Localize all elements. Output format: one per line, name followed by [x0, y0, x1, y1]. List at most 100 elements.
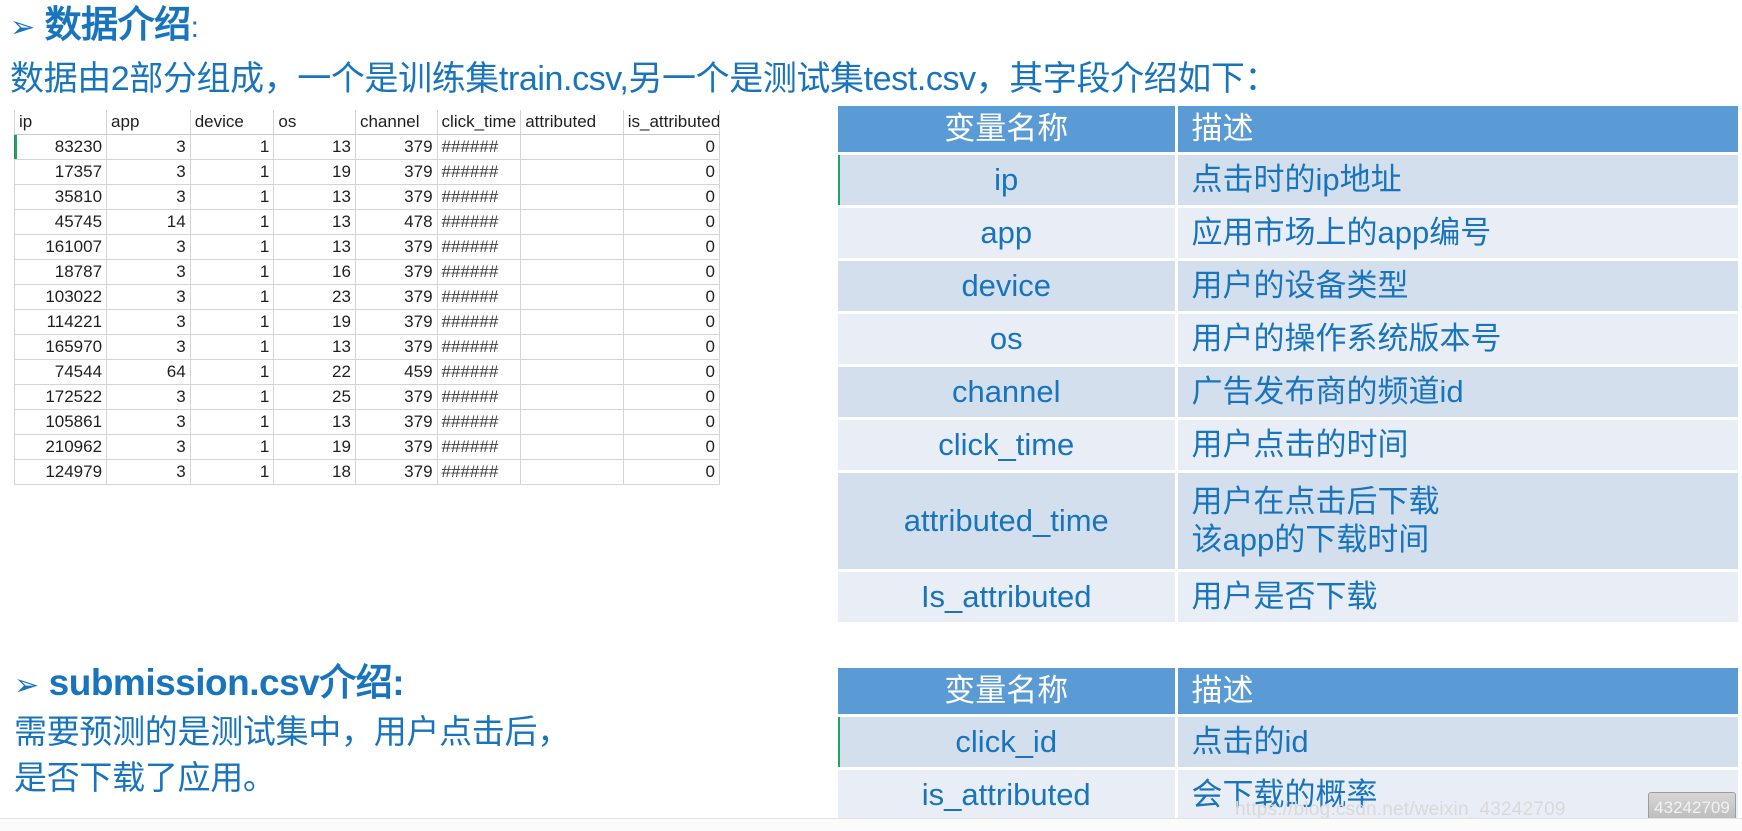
variable-name-cell: is_attributed [838, 767, 1176, 820]
sheet-cell [520, 159, 624, 185]
field-table-header-desc: 描述 [1174, 106, 1738, 154]
variable-name-cell: device [838, 258, 1176, 313]
table-row: attributed_time 用户在点击后下载 该app的下载时间 [838, 470, 1738, 571]
sheet-cell: 0 [622, 159, 721, 185]
arrow-bullet-icon: ➢ [10, 11, 35, 44]
sheet-cell: 1 [189, 434, 275, 460]
sheet-cell: ###### [436, 259, 522, 285]
data-intro-colon: : [190, 11, 199, 44]
sheet-cell [520, 184, 624, 210]
sheet-cell: 18787 [13, 259, 108, 285]
sheet-cell: 13 [273, 134, 356, 160]
sheet-cell: 3 [106, 234, 191, 260]
sheet-col-channel: channel [354, 110, 438, 135]
sheet-cell: 379 [354, 334, 438, 360]
submission-heading: ➢ submission.csv介绍: [14, 660, 724, 709]
variable-name-cell: click_time [838, 417, 1176, 472]
field-table-header-name: 变量名称 [838, 106, 1176, 154]
sheet-cell: 0 [622, 434, 721, 460]
sheet-cell: 1 [189, 334, 275, 360]
sheet-cell: 0 [622, 259, 721, 285]
sheet-cell: ###### [436, 459, 522, 485]
sheet-cell: 74544 [13, 359, 108, 385]
sheet-cell: 14 [106, 209, 191, 235]
sheet-cell [520, 259, 624, 285]
sheet-cell: 3 [106, 259, 191, 285]
sheet-cell: 103022 [13, 284, 108, 310]
sheet-cell: 17357 [13, 159, 108, 185]
sheet-cell: 379 [354, 434, 438, 460]
sheet-cell [520, 134, 624, 160]
sheet-cell: ###### [436, 409, 522, 435]
sheet-col-click-time: click_time [436, 110, 522, 135]
sheet-cell: 1 [189, 134, 275, 160]
sheet-cell: 1 [189, 234, 275, 260]
sheet-cell: 379 [354, 259, 438, 285]
sheet-cell: 23 [273, 284, 356, 310]
spreadsheet-panel: ip app device os channel click_time attr… [13, 110, 721, 485]
sheet-cell: 459 [354, 359, 438, 385]
sheet-cell: 1 [189, 359, 275, 385]
sheet-cell: 1 [189, 284, 275, 310]
sheet-cell: 22 [273, 359, 356, 385]
sheet-cell: 0 [622, 384, 721, 410]
table-row: 105861 3 1 13 379 ###### 0 [13, 409, 721, 435]
sheet-body: 83230 3 1 13 379 ###### 0 17357 3 1 19 379 ###### 0 35… [13, 134, 721, 485]
sheet-cell: 45745 [13, 209, 108, 235]
submission-table-header-name: 变量名称 [838, 668, 1176, 716]
sheet-cell: ###### [436, 359, 522, 385]
sheet-cell: 0 [622, 334, 721, 360]
table-row: 161007 3 1 13 379 ###### 0 [13, 234, 721, 260]
submission-description-table: 变量名称 描述 click_id 点击的id is_attributed 会下载的概率 [838, 668, 1738, 820]
sheet-cell [520, 309, 624, 335]
sheet-cell: 379 [354, 184, 438, 210]
sheet-cell: 3 [106, 409, 191, 435]
sheet-cell: ###### [436, 384, 522, 410]
table-row: 114221 3 1 19 379 ###### 0 [13, 309, 721, 335]
sheet-col-app: app [106, 110, 191, 135]
sheet-cell: 1 [189, 209, 275, 235]
field-description-table: 变量名称 描述 ip 点击时的ip地址 app 应用市场上的app编号 device 用户… [838, 106, 1738, 622]
sheet-cell: 161007 [13, 234, 108, 260]
sheet-cell: 379 [354, 159, 438, 185]
arrow-bullet-icon: ➢ [14, 669, 39, 702]
heading-block: ➢ 数据介绍 : 数据由2部分组成，一个是训练集train.csv,另一个是测试… [10, 2, 1730, 105]
field-table-header-row: 变量名称 描述 [838, 106, 1738, 154]
sheet-cell [520, 409, 624, 435]
sheet-cell [520, 384, 624, 410]
sheet-cell: 3 [106, 184, 191, 210]
sheet-cell: 379 [354, 459, 438, 485]
sheet-cell: 83230 [13, 134, 108, 160]
sheet-cell: 0 [622, 134, 721, 160]
submission-table-header-row: 变量名称 描述 [838, 668, 1738, 716]
sheet-cell: 1 [189, 184, 275, 210]
sheet-cell [520, 334, 624, 360]
field-table-body: ip 点击时的ip地址 app 应用市场上的app编号 device 用户的设备类型 os 用… [838, 152, 1738, 622]
sheet-cell: 105861 [13, 409, 108, 435]
table-row: 103022 3 1 23 379 ###### 0 [13, 284, 721, 310]
sheet-col-ip: ip [13, 110, 108, 135]
sheet-cell: ###### [436, 134, 522, 160]
sheet-cell: ###### [436, 184, 522, 210]
slide-canvas: ➢ 数据介绍 : 数据由2部分组成，一个是训练集train.csv,另一个是测试… [0, 0, 1742, 831]
table-row: 17357 3 1 19 379 ###### 0 [13, 159, 721, 185]
sheet-cell: 0 [622, 359, 721, 385]
sheet-cell: 1 [189, 384, 275, 410]
table-row: channel 广告发布商的频道id [838, 364, 1738, 419]
sheet-cell: 13 [273, 334, 356, 360]
sheet-cell: 379 [354, 284, 438, 310]
table-row: 210962 3 1 19 379 ###### 0 [13, 434, 721, 460]
submission-line-2: 是否下载了应用。 [14, 759, 276, 796]
sheet-cell: 0 [622, 459, 721, 485]
sheet-cell: 25 [273, 384, 356, 410]
sheet-col-os: os [273, 110, 356, 135]
variable-description-cell: 用户的操作系统版本号 [1174, 311, 1738, 366]
sheet-cell: 0 [622, 184, 721, 210]
sheet-cell: ###### [436, 209, 522, 235]
variable-description-cell: 用户是否下载 [1174, 569, 1738, 622]
sheet-cell: 114221 [13, 309, 108, 335]
variable-name-cell: Is_attributed [838, 569, 1176, 622]
variable-name-cell: attributed_time [838, 470, 1176, 571]
sheet-cell: 18 [273, 459, 356, 485]
sheet-cell: 1 [189, 159, 275, 185]
